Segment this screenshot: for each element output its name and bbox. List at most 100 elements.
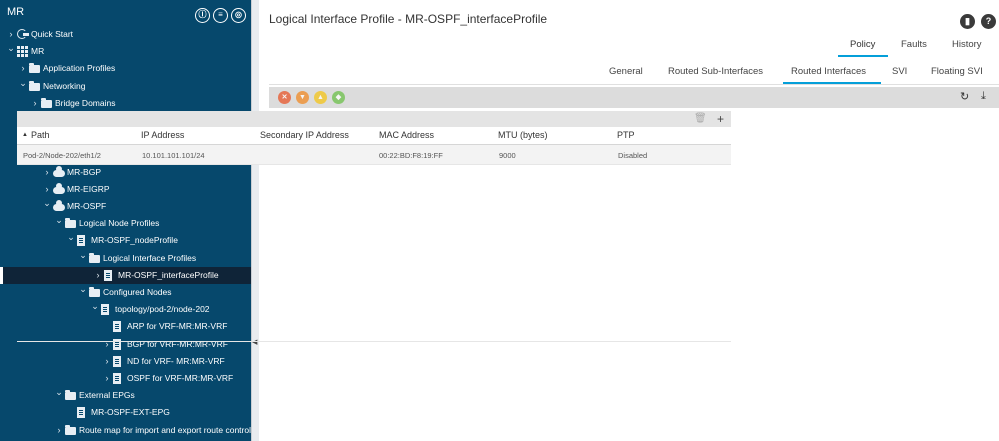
tree-node[interactable]: ARP for VRF-MR:MR-VRF <box>0 318 251 335</box>
tree-node-label: Route map for import and export route co… <box>79 424 251 435</box>
column-header-mac-address[interactable]: MAC Address <box>379 130 434 140</box>
chevron-right-icon[interactable]: › <box>55 424 63 436</box>
tenant-icon[interactable]: Ⓘ <box>195 8 210 23</box>
minor-fault-icon[interactable]: ▲ <box>314 91 327 104</box>
tree-node-label: topology/pod-2/node-202 <box>115 304 210 315</box>
tab-history[interactable]: History <box>952 39 982 50</box>
chevron-right-icon[interactable]: › <box>103 338 111 350</box>
chevron-down-icon[interactable]: ⌄ <box>7 42 15 54</box>
tree-node[interactable]: › Application Profiles <box>0 60 251 77</box>
chevron-down-icon[interactable]: ⌄ <box>55 214 63 226</box>
help-icon[interactable]: ? <box>981 14 996 29</box>
chevron-right-icon[interactable]: › <box>43 183 51 195</box>
tree-node[interactable]: › MR-OSPF_interfaceProfile <box>0 266 251 284</box>
sort-ascending-icon[interactable]: ▲ <box>22 132 28 138</box>
major-fault-icon[interactable]: ▼ <box>296 91 309 104</box>
tree-node[interactable]: › MR-BGP <box>0 164 251 181</box>
tree-node-label: Networking <box>43 80 86 91</box>
chevron-right-icon[interactable]: › <box>19 62 27 74</box>
tree-node-label: MR-OSPF_nodeProfile <box>91 235 178 246</box>
tree-node[interactable]: ⌄ topology/pod-2/node-202 <box>0 301 251 318</box>
chevron-down-icon[interactable]: ⌄ <box>55 386 63 398</box>
tree-node-label: Logical Node Profiles <box>79 218 160 229</box>
subtab-general[interactable]: General <box>609 66 643 77</box>
folder-icon <box>29 80 40 91</box>
chevron-right-icon[interactable]: › <box>7 28 15 40</box>
subtab-floating-svi[interactable]: Floating SVI <box>931 66 983 77</box>
tree-node[interactable]: ⌄ External EPGs <box>0 387 251 404</box>
collapse-handle-icon[interactable]: ◀ <box>252 338 258 346</box>
download-icon[interactable]: ⤓ <box>981 90 986 103</box>
tree-node-label: Configured Nodes <box>103 287 172 297</box>
chevron-right-icon[interactable]: › <box>94 269 102 281</box>
subtab-svi[interactable]: SVI <box>892 66 907 77</box>
cloud-icon <box>53 182 65 194</box>
refresh-icon[interactable]: ↻ <box>960 90 969 103</box>
sidebar-header: MR Ⓘ ≡ ◎ <box>0 0 251 26</box>
tree-node[interactable]: › Route map for import and export route c… <box>0 422 251 439</box>
quick-start-icon <box>17 29 29 40</box>
tree-node-label: Quick Start <box>31 29 74 39</box>
column-header-ip-address[interactable]: IP Address <box>141 130 184 140</box>
tree-node[interactable]: › Bridge Domains <box>0 95 251 112</box>
list-icon[interactable]: ≡ <box>213 8 228 23</box>
cloud-icon <box>53 200 65 211</box>
tree-node[interactable]: › ND for VRF- MR:MR-VRF <box>0 353 251 370</box>
cell-ptp: Disabled <box>618 151 648 160</box>
tree-node-label: MR-OSPF <box>67 201 107 211</box>
cloud-icon <box>53 165 65 177</box>
folder-icon <box>89 252 100 263</box>
tab-faults[interactable]: Faults <box>901 39 927 50</box>
chevron-down-icon[interactable]: ⌄ <box>43 197 51 209</box>
chevron-down-icon[interactable]: ⌄ <box>67 231 75 243</box>
tree-node[interactable]: ⌄ Networking <box>0 78 251 95</box>
tab-policy[interactable]: Policy <box>850 39 875 50</box>
add-icon[interactable]: + <box>717 112 724 126</box>
tree-node[interactable]: › BGP for VRF-MR:MR-VRF <box>0 336 251 353</box>
chevron-right-icon[interactable]: › <box>103 372 111 384</box>
cell-ip-address: 10.101.101.101/24 <box>142 151 205 160</box>
tree-node[interactable]: › MR-EIGRP <box>0 181 251 198</box>
chevron-right-icon[interactable]: › <box>43 166 51 178</box>
subtab-routed-sub-interfaces[interactable]: Routed Sub-Interfaces <box>668 66 763 77</box>
pane-splitter[interactable] <box>251 0 259 441</box>
chevron-down-icon[interactable]: ⌄ <box>79 283 87 295</box>
document-icon <box>101 304 109 316</box>
folder-icon <box>89 287 100 297</box>
tree-node[interactable]: ⌄ MR-OSPF_nodeProfile <box>0 232 251 249</box>
subtab-routed-interfaces[interactable]: Routed Interfaces <box>791 66 866 77</box>
critical-fault-icon[interactable]: ✕ <box>278 91 291 104</box>
tree-node[interactable]: ⌄ MR <box>0 43 251 60</box>
chevron-right-icon[interactable]: › <box>103 355 111 367</box>
tree-node-label: Bridge Domains <box>55 97 116 108</box>
chevron-right-icon[interactable]: › <box>31 97 39 109</box>
chevron-down-icon[interactable]: ⌄ <box>91 300 99 312</box>
tree-node-label: ARP for VRF-MR:MR-VRF <box>127 321 228 332</box>
column-header-mtu[interactable]: MTU (bytes) <box>498 130 548 140</box>
tree-node[interactable]: ⌄ Logical Node Profiles <box>0 215 251 232</box>
column-header-ptp[interactable]: PTP <box>617 130 635 140</box>
cell-path: Pod-2/Node-202/eth1/2 <box>23 151 101 160</box>
warning-fault-icon[interactable]: ◆ <box>332 91 345 104</box>
table-row[interactable]: Pod-2/Node-202/eth1/2 10.101.101.101/24 … <box>17 145 731 165</box>
tree-node[interactable]: MR-OSPF-EXT-EPG <box>0 404 251 421</box>
tree-node[interactable]: › OSPF for VRF-MR:MR-VRF <box>0 370 251 387</box>
bookmark-icon[interactable]: ▮ <box>960 14 975 29</box>
tree-node-label: Application Profiles <box>43 63 116 74</box>
folder-icon <box>65 424 76 435</box>
column-header-secondary-ip[interactable]: Secondary IP Address <box>260 130 349 140</box>
delete-icon[interactable]: 🗑 <box>694 112 707 126</box>
tree-node[interactable]: ⌄ Logical Interface Profiles <box>0 250 251 267</box>
tree-node[interactable]: ⌄ Configured Nodes <box>0 284 251 301</box>
column-header-path[interactable]: Path <box>31 130 50 140</box>
table-body: Pod-2/Node-202/eth1/2 10.101.101.101/24 … <box>17 145 731 165</box>
tree-node[interactable]: ⌄ MR-OSPF <box>0 198 251 215</box>
tab-divider <box>269 84 999 85</box>
tenant-grid-icon <box>17 46 28 58</box>
tree-node-label: MR-OSPF-EXT-EPG <box>91 407 170 418</box>
tree-node[interactable]: › Quick Start <box>0 26 251 43</box>
chevron-down-icon[interactable]: ⌄ <box>79 249 87 261</box>
settings-icon[interactable]: ◎ <box>231 8 246 23</box>
chevron-down-icon[interactable]: ⌄ <box>19 77 27 89</box>
table-actions-bar: 🗑 + <box>17 111 731 127</box>
